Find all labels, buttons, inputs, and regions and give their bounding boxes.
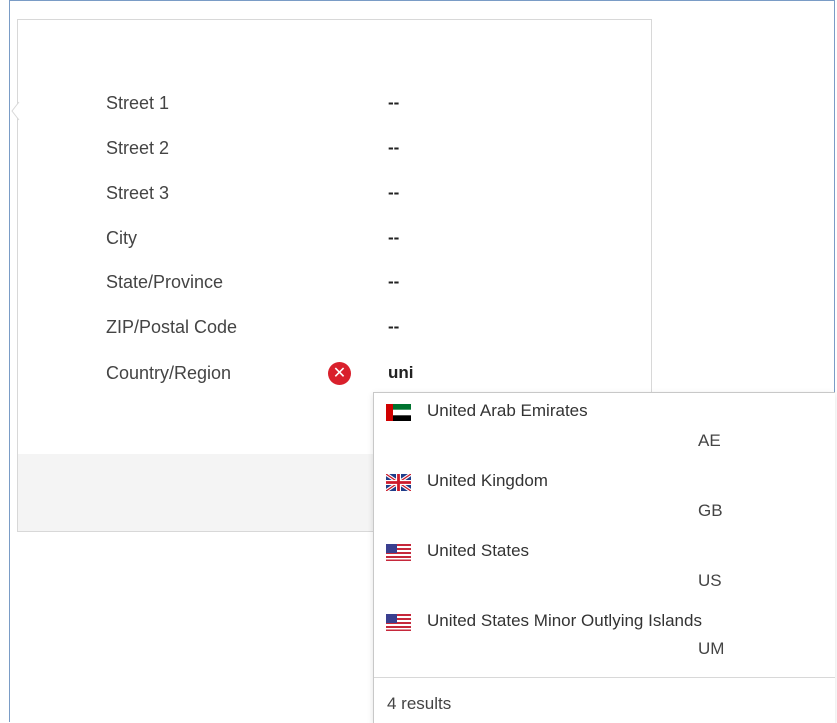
field-state[interactable]: State/Province -- (18, 270, 651, 294)
option-name: United States Minor Outlying Islands (427, 611, 702, 630)
zip-value[interactable]: -- (388, 315, 399, 339)
us-flag-icon (386, 614, 411, 631)
street2-value[interactable]: -- (388, 136, 399, 160)
street1-value[interactable]: -- (388, 91, 399, 115)
field-city[interactable]: City -- (18, 226, 651, 250)
field-street2[interactable]: Street 2 -- (18, 136, 651, 160)
option-united-kingdom[interactable]: United Kingdom GB (374, 463, 835, 529)
street2-label: Street 2 (106, 138, 170, 158)
option-code: GB (698, 501, 723, 520)
field-street1[interactable]: Street 1 -- (18, 91, 651, 115)
uae-flag-icon (386, 404, 411, 421)
option-code: AE (698, 431, 721, 450)
uk-flag-icon (386, 474, 411, 491)
country-label: Country/Region (106, 363, 232, 383)
option-name: United Kingdom (427, 471, 548, 490)
option-code: US (698, 571, 722, 590)
window-border-left (9, 0, 10, 722)
state-label: State/Province (106, 272, 224, 292)
street3-label: Street 3 (106, 183, 170, 203)
city-label: City (106, 228, 137, 248)
results-divider (374, 677, 835, 678)
field-street3[interactable]: Street 3 -- (18, 181, 651, 205)
option-name: United Arab Emirates (427, 401, 588, 420)
field-zip[interactable]: ZIP/Postal Code -- (18, 315, 651, 339)
results-count: 4 results (387, 694, 452, 713)
window-border-top (9, 0, 835, 1)
street3-value[interactable]: -- (388, 181, 399, 205)
option-code: UM (698, 639, 725, 658)
option-united-states-minor-outlying-islands[interactable]: United States Minor Outlying Islands UM (374, 603, 835, 669)
state-value[interactable]: -- (388, 270, 399, 294)
field-country[interactable]: Country/Region ✕ uni (18, 361, 651, 385)
option-united-arab-emirates[interactable]: United Arab Emirates AE (374, 393, 835, 459)
option-united-states[interactable]: United States US (374, 533, 835, 599)
option-name: United States (427, 541, 530, 560)
error-circle-x-icon: ✕ (328, 362, 351, 385)
country-input[interactable]: uni (388, 361, 414, 385)
zip-label: ZIP/Postal Code (106, 317, 238, 337)
country-suggestion-dropdown: United Arab Emirates AE United Kingdom G… (373, 392, 835, 723)
street1-label: Street 1 (106, 93, 170, 113)
city-value[interactable]: -- (388, 226, 399, 250)
us-flag-icon (386, 544, 411, 561)
